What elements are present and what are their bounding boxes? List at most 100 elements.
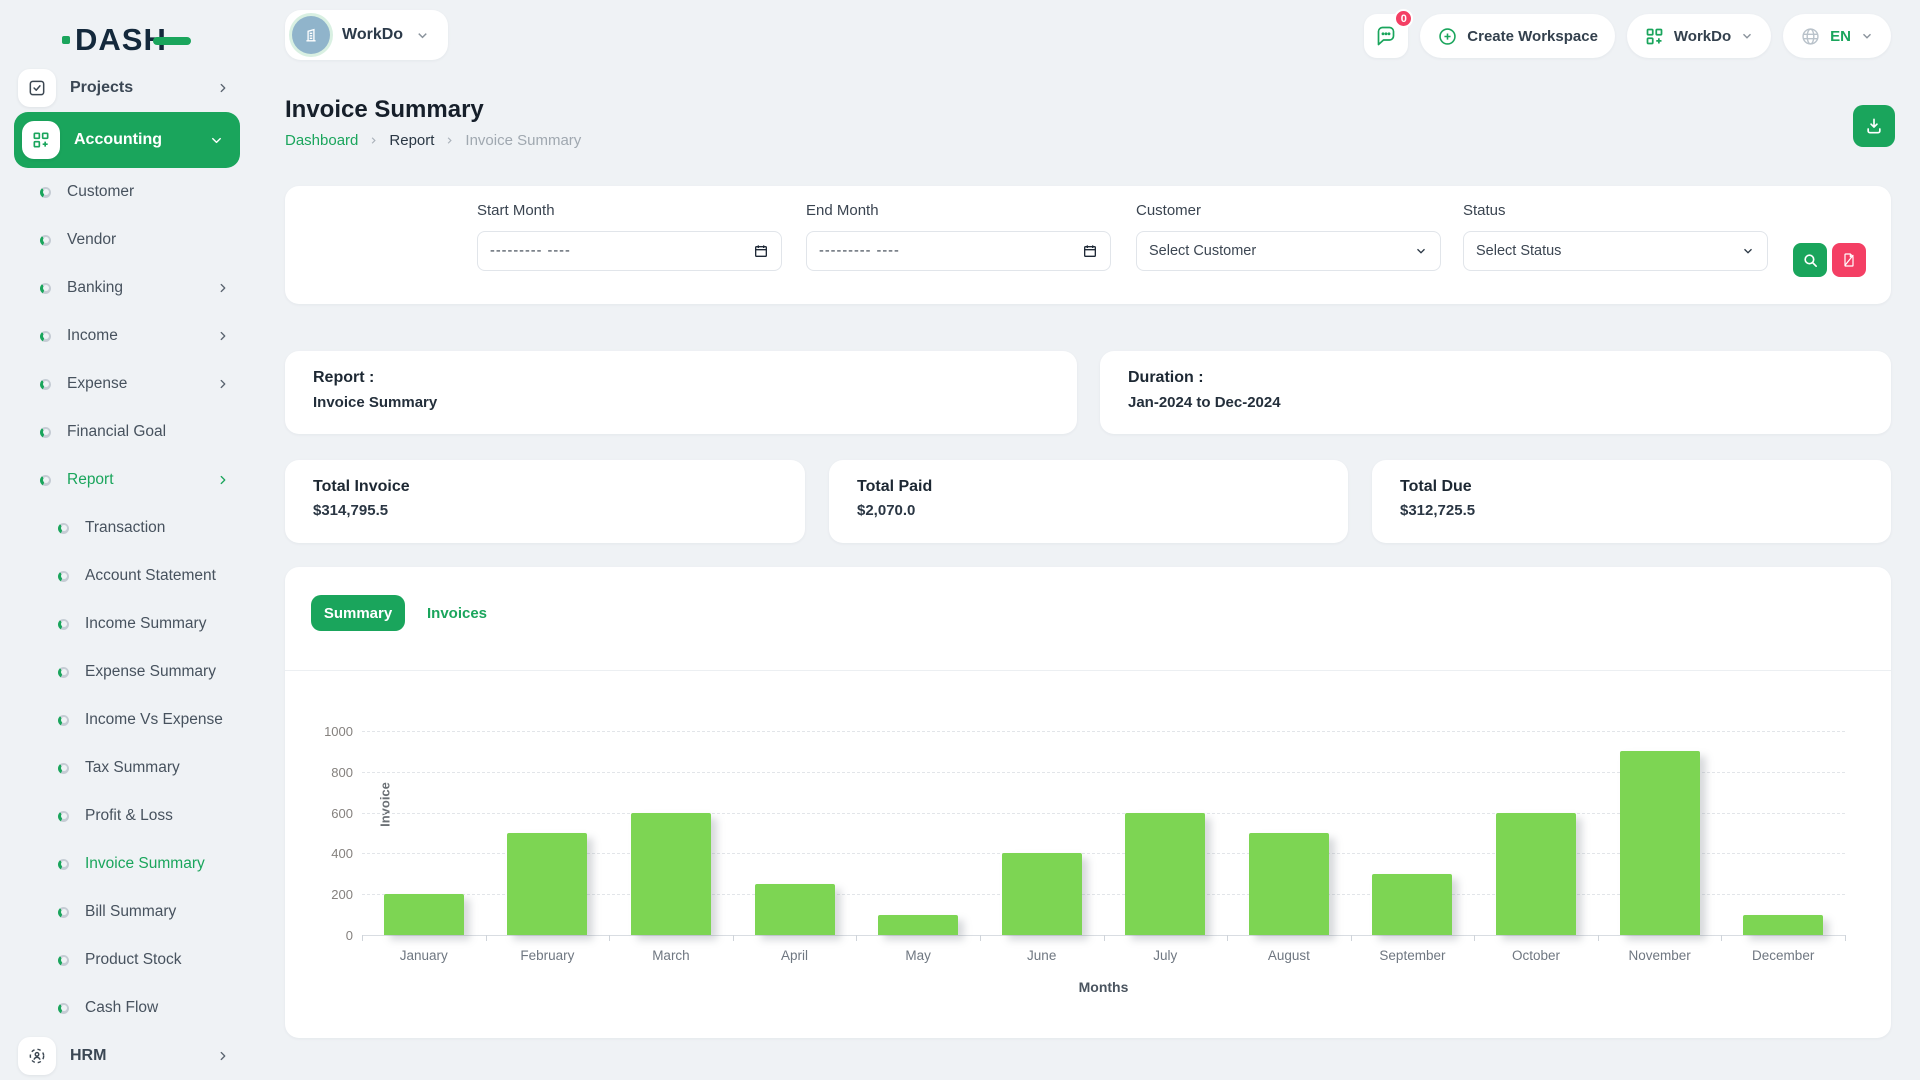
sidebar-item-report[interactable]: Report [0,456,258,504]
breadcrumb-current: Invoice Summary [465,132,581,149]
start-month-input[interactable]: --------- ---- [477,231,782,271]
gridline [362,731,1845,732]
chevron-right-icon [216,377,230,391]
header-actions: 0 Create Workspace WorkDo EN [1364,14,1891,58]
y-tick-label: 800 [307,765,353,780]
page-title: Invoice Summary [285,96,484,124]
sidebar-item-profit-loss[interactable]: Profit & Loss [0,792,258,840]
sidebar-item-tax-summary[interactable]: Tax Summary [0,744,258,792]
total-card-value: $2,070.0 [857,502,915,519]
tab-summary[interactable]: Summary [311,595,405,631]
bar-october [1496,813,1576,935]
sidebar-item-label: Transaction [85,519,258,537]
download-button[interactable] [1853,105,1895,147]
sidebar-item-account-statement[interactable]: Account Statement [0,552,258,600]
sidebar-item-projects[interactable]: Projects [0,64,258,112]
workspace-name: WorkDo [342,26,403,44]
sidebar-item-income[interactable]: Income [0,312,258,360]
bar-august [1249,833,1329,935]
bullet-icon [40,235,51,246]
x-tick-label: September [1351,948,1475,966]
bar-chart [362,731,1845,935]
sidebar-item-cash-flow[interactable]: Cash Flow [0,984,258,1032]
chevron-down-icon [1741,244,1755,258]
reset-filter-button[interactable] [1832,243,1866,277]
bullet-icon [58,667,69,678]
end-month-input[interactable]: --------- ---- [806,231,1111,271]
x-tick-label: October [1474,948,1598,966]
sidebar-item-banking[interactable]: Banking [0,264,258,312]
x-tick-label: July [1104,948,1228,966]
building-icon [301,25,321,45]
workspace-selector[interactable]: WorkDo [285,10,448,60]
bullet-icon [58,811,69,822]
sidebar-item-accounting[interactable]: Accounting [14,112,240,168]
chevron-down-icon [209,133,224,148]
language-selector[interactable]: EN [1783,14,1891,58]
sidebar-item-income-summary[interactable]: Income Summary [0,600,258,648]
chevron-right-icon [444,135,455,146]
sidebar-item-bill-summary[interactable]: Bill Summary [0,888,258,936]
sidebar-item-hrm[interactable]: HRM [0,1032,258,1080]
axis-tick [733,935,734,941]
accounting-icon [22,121,60,159]
bar-april [755,884,835,935]
axis-tick [362,935,363,941]
total-card-total-paid: Total Paid$2,070.0 [829,460,1348,543]
duration-card-value: Jan-2024 to Dec-2024 [1128,394,1281,411]
breadcrumb-report[interactable]: Report [389,132,434,149]
sidebar-item-expense-summary[interactable]: Expense Summary [0,648,258,696]
sidebar-item-label: Bill Summary [85,903,258,921]
divider [285,670,1891,671]
y-tick-label: 400 [307,846,353,861]
chevron-right-icon [216,81,230,95]
bar-may [878,915,958,935]
axis-tick [1474,935,1475,941]
sidebar-item-label: Product Stock [85,951,258,969]
sidebar-item-expense[interactable]: Expense [0,360,258,408]
sidebar-item-financial-goal[interactable]: Financial Goal [0,408,258,456]
bar-february [507,833,587,935]
calendar-icon [753,243,769,259]
sidebar-item-label: Banking [67,279,200,297]
bullet-icon [40,427,51,438]
axis-tick [1104,935,1105,941]
chevron-right-icon [216,329,230,343]
messages-button[interactable]: 0 [1364,14,1408,58]
duration-card-title: Duration : [1128,369,1204,387]
messages-badge: 0 [1394,9,1413,28]
sidebar-item-income-vs-expense[interactable]: Income Vs Expense [0,696,258,744]
sidebar-item-invoice-summary[interactable]: Invoice Summary [0,840,258,888]
customer-select[interactable]: Select Customer [1136,231,1441,271]
tab-invoices[interactable]: Invoices [427,605,487,622]
bullet-icon [40,475,51,486]
x-tick-label: December [1721,948,1845,966]
sidebar-item-customer[interactable]: Customer [0,168,258,216]
apply-filter-button[interactable] [1793,243,1827,277]
sidebar-item-transaction[interactable]: Transaction [0,504,258,552]
workspace-menu-button[interactable]: WorkDo [1627,14,1771,58]
total-card-total-due: Total Due$312,725.5 [1372,460,1891,543]
logo-dot [62,36,70,44]
chevron-down-icon [1414,244,1428,258]
bullet-icon [58,523,69,534]
x-tick-label: March [609,948,733,966]
hrm-icon [18,1037,56,1075]
x-tick-label: February [486,948,610,966]
sidebar-item-label: Income [67,327,200,345]
bullet-icon [58,955,69,966]
customer-label: Customer [1136,202,1441,219]
status-select[interactable]: Select Status [1463,231,1768,271]
bullet-icon [40,283,51,294]
bullet-icon [58,619,69,630]
breadcrumb-dashboard[interactable]: Dashboard [285,132,358,149]
create-workspace-button[interactable]: Create Workspace [1420,14,1615,58]
sidebar-item-label: Financial Goal [67,423,258,441]
sidebar-item-label: Vendor [67,231,258,249]
x-tick-label: June [980,948,1104,966]
sidebar-item-label: Expense [67,375,200,393]
chat-bubble-icon [1374,24,1398,48]
sidebar-item-vendor[interactable]: Vendor [0,216,258,264]
sidebar-item-product-stock[interactable]: Product Stock [0,936,258,984]
duration-card: Duration : Jan-2024 to Dec-2024 [1100,351,1891,434]
